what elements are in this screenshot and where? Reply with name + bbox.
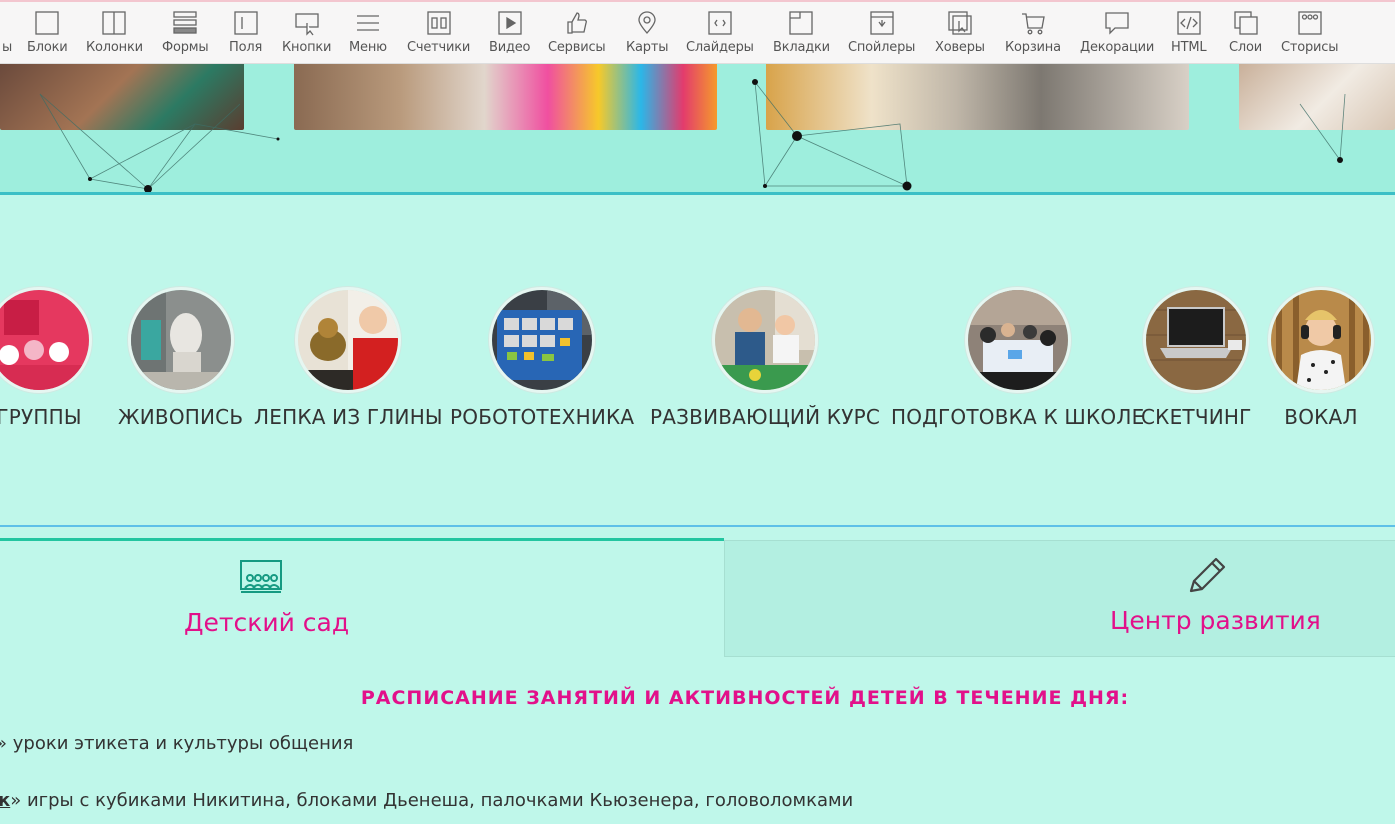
toolbar-item-sliders[interactable]: Слайдеры: [686, 10, 754, 62]
columns-icon: [101, 10, 127, 36]
toolbar-item-html[interactable]: HTML: [1171, 10, 1207, 62]
speech-bubble-icon: [1104, 10, 1130, 36]
layers-icon: [1233, 10, 1259, 36]
map-pin-icon: [634, 10, 660, 36]
course-painting[interactable]: ЖИВОПИСЬ: [118, 287, 243, 429]
toolbar-item-buttons[interactable]: Кнопки: [282, 10, 331, 62]
schedule-line: » уроки этикета и культуры общения: [0, 733, 353, 754]
tab-kindergarten[interactable]: Детский сад: [0, 538, 724, 658]
hover-icon: [947, 10, 973, 36]
schedule-line-text: игры с кубиками Никитина, блоками Дьенеш…: [21, 790, 854, 811]
menu-icon: [355, 10, 381, 36]
toolbar-item-fields[interactable]: Поля: [229, 10, 262, 62]
button-cursor-icon: [294, 10, 320, 36]
counter-icon: [426, 10, 452, 36]
course-sketching[interactable]: СКЕТЧИНГ: [1141, 287, 1252, 429]
pencil-icon: [1189, 557, 1226, 593]
courses-section: ГРУППЫ ЖИВОПИСЬ ЛЕПКА ИЗ ГЛИНЫ РОБОТОТЕХ…: [0, 195, 1395, 525]
course-clay[interactable]: ЛЕПКА ИЗ ГЛИНЫ: [254, 287, 443, 429]
toolbar-item-maps[interactable]: Карты: [626, 10, 668, 62]
schedule-line-prefix: »: [0, 733, 7, 754]
course-photo: [712, 287, 818, 393]
course-photo: [295, 287, 402, 393]
square-icon: [34, 10, 60, 36]
toolbar-item-video[interactable]: Видео: [489, 10, 531, 62]
course-photo: [0, 287, 92, 393]
course-groups[interactable]: ГРУППЫ: [0, 287, 92, 429]
editor-toolbar: ы Блоки Колонки Формы Поля Кнопки Меню С…: [0, 0, 1395, 64]
course-photo: [127, 287, 234, 393]
course-photo: [964, 287, 1071, 393]
tab-title-kindergarten: Детский сад: [184, 608, 350, 637]
schedule-line: к» игры с кубиками Никитина, блоками Дье…: [0, 790, 853, 811]
course-school-prep[interactable]: ПОДГОТОВКА К ШКОЛЕ: [891, 287, 1144, 429]
tabs-icon: [788, 10, 814, 36]
photo-strip: [0, 64, 1395, 194]
course-photo: [1268, 287, 1374, 393]
thumbs-up-icon: [564, 10, 590, 36]
forms-icon: [172, 10, 198, 36]
course-photo: [1143, 287, 1250, 393]
toolbar-item-tabs[interactable]: Вкладки: [773, 10, 830, 62]
toolbar-item-menu[interactable]: Меню: [349, 10, 387, 62]
field-icon: [233, 10, 259, 36]
course-development[interactable]: РАЗВИВАЮЩИЙ КУРС: [650, 287, 880, 429]
toolbar-item-spoilers[interactable]: Спойлеры: [848, 10, 915, 62]
toolbar-item-cart[interactable]: Корзина: [1005, 10, 1061, 62]
toolbar-item-counters[interactable]: Счетчики: [407, 10, 470, 62]
toolbar-item-forms[interactable]: Формы: [162, 10, 209, 62]
cart-icon: [1020, 10, 1046, 36]
network-decoration: [39, 79, 1346, 193]
slider-icon: [707, 10, 733, 36]
tab-development-center[interactable]: Центр развития: [724, 540, 1395, 657]
toolbar-item-columns[interactable]: Колонки: [86, 10, 143, 62]
toolbar-item-stories[interactable]: Сторисы: [1281, 10, 1339, 62]
schedule-line-link[interactable]: к: [0, 790, 10, 811]
toolbar-item-decorations[interactable]: Декорации: [1080, 10, 1154, 62]
course-robotics[interactable]: РОБОТОТЕХНИКА: [450, 287, 634, 429]
schedule-title: Расписание занятий и активностей детей в…: [360, 687, 1130, 709]
code-icon: [1176, 10, 1202, 36]
partial-icon: [0, 10, 20, 36]
tab-title-development-center: Центр развития: [1110, 606, 1321, 635]
schedule-line-suffix: »: [10, 790, 22, 811]
toolbar-item-blocks[interactable]: Блоки: [27, 10, 68, 62]
video-icon: [497, 10, 523, 36]
toolbar-item-services[interactable]: Сервисы: [548, 10, 606, 62]
schedule-line-text: уроки этикета и культуры общения: [7, 733, 354, 754]
divider: [0, 525, 1395, 527]
classroom-icon: [240, 560, 282, 593]
toolbar-item-partial[interactable]: ы: [0, 10, 20, 62]
stories-icon: [1297, 10, 1323, 36]
spoiler-icon: [869, 10, 895, 36]
course-vocal[interactable]: ВОКАЛ: [1268, 287, 1374, 429]
toolbar-item-layers[interactable]: Слои: [1229, 10, 1262, 62]
course-photo: [489, 287, 596, 393]
toolbar-item-hovers[interactable]: Ховеры: [935, 10, 985, 62]
